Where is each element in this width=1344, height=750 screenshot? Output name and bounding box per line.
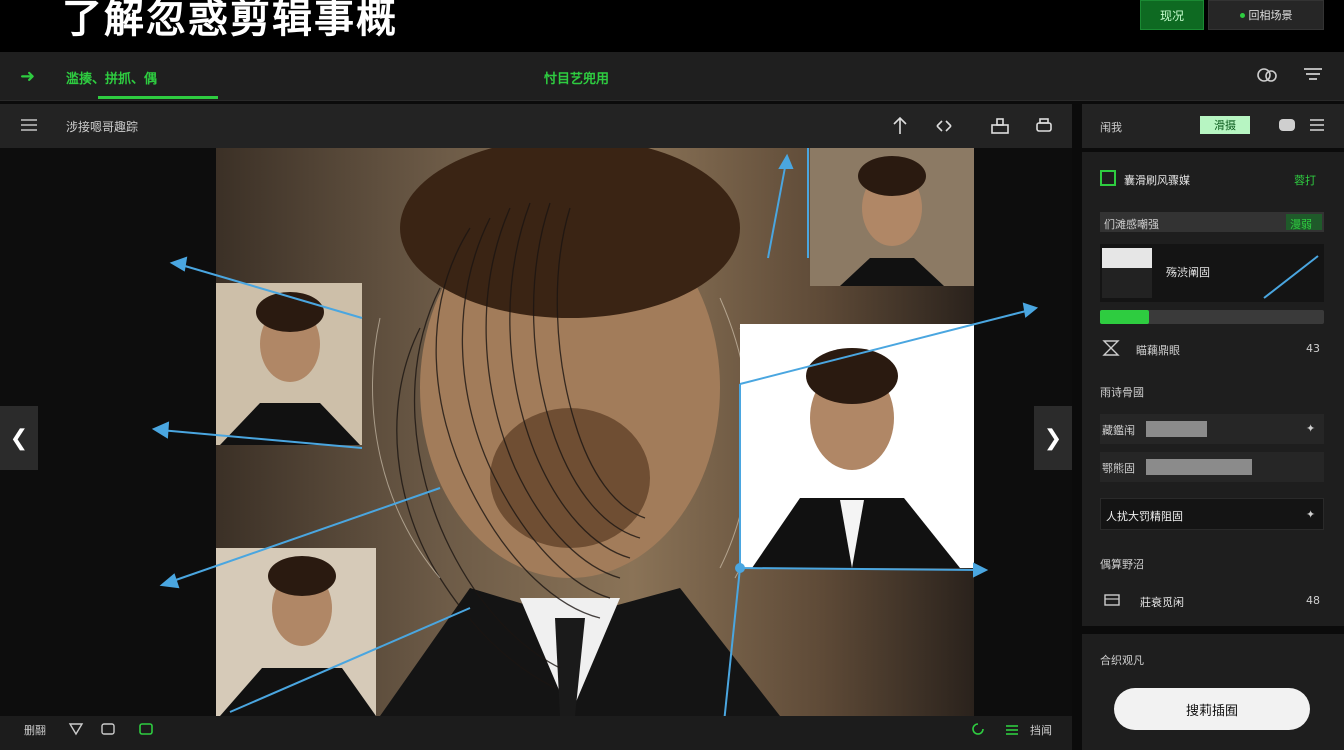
- right-panel-title: 闱我: [1100, 121, 1122, 134]
- slider1-dropdown-icon[interactable]: ✦: [1306, 422, 1315, 435]
- thumbnail-right-center: [740, 324, 974, 568]
- group2-label: 偶算野沼: [1100, 558, 1144, 571]
- list-item-value: 48: [1306, 594, 1320, 607]
- back-arrow-icon[interactable]: ➜: [20, 66, 35, 87]
- right-panel-tab-active[interactable]: 滑摄: [1200, 116, 1250, 134]
- grid-icon[interactable]: [1004, 722, 1020, 736]
- thumbnail-top-right: [810, 148, 974, 286]
- menu-bar: [0, 52, 1344, 101]
- secondary-button-label: 回相场景: [1248, 9, 1293, 22]
- canvas-toolbar-label: 涉接嗯哥趣踪: [66, 120, 139, 134]
- slider2-label: 鄂熊固: [1102, 462, 1135, 475]
- footer-label: 合织观凡: [1100, 654, 1144, 667]
- canvas-bottom-bar: [0, 716, 1072, 750]
- bottom-right-label[interactable]: 挡闻: [1030, 722, 1052, 738]
- section-action-link[interactable]: 蓉打: [1294, 172, 1316, 188]
- bottom-left-label[interactable]: 删翮: [24, 722, 46, 738]
- section-title: 囊滑刷风骤媒: [1124, 174, 1190, 187]
- status-dot-icon: [1239, 12, 1245, 18]
- curve-line-icon: [1263, 255, 1319, 299]
- thumbnail-left-bottom: [216, 548, 376, 716]
- print-tool-icon[interactable]: [1034, 116, 1054, 136]
- filter-label: 瞄藕鼎眼: [1136, 344, 1180, 357]
- field-tag-label: 漫弱: [1290, 218, 1312, 231]
- hamburger-icon[interactable]: [20, 116, 38, 134]
- list-item-label[interactable]: 莊衰觅闲: [1140, 594, 1184, 610]
- layout-tool-icon[interactable]: [990, 116, 1010, 136]
- slider1-track[interactable]: [1146, 421, 1207, 437]
- preset-select-chevron-icon[interactable]: ✦: [1306, 508, 1315, 521]
- progress-fill: [1100, 310, 1149, 324]
- preview-label: 殇渋阐固: [1166, 266, 1210, 279]
- hourglass-icon[interactable]: [1102, 340, 1120, 356]
- slider2-track[interactable]: [1146, 459, 1252, 475]
- next-arrow-button[interactable]: ❯: [1034, 406, 1072, 470]
- menu-tab-edit[interactable]: 滥揍、拼抓、偶: [66, 68, 157, 87]
- cloud-icon[interactable]: [1256, 64, 1278, 84]
- previous-arrow-button[interactable]: ❮: [0, 406, 38, 470]
- text-field-label: 们滩感嘲强: [1104, 218, 1159, 231]
- slider1-label: 藏鑑闱: [1102, 424, 1135, 437]
- layer-checkbox-icon[interactable]: [1100, 170, 1116, 186]
- canvas-toolbar: [0, 104, 1072, 148]
- menu-lines-icon[interactable]: [1302, 64, 1324, 84]
- page-title: 了解忽惑剪辑事概: [62, 0, 398, 42]
- active-tab-underline: [98, 96, 218, 99]
- portrait-composition: [151, 148, 1039, 716]
- shield-icon[interactable]: [68, 722, 84, 736]
- preview-thumbnail: [1102, 248, 1152, 298]
- swap-tool-icon[interactable]: [934, 116, 954, 136]
- menu-center-title[interactable]: 忖目艺兜用: [544, 68, 609, 87]
- refresh-icon[interactable]: [970, 722, 986, 736]
- main-beard-shape: [490, 408, 650, 548]
- group-label: 雨诗骨國: [1100, 386, 1144, 399]
- settings-lines-icon[interactable]: [1308, 116, 1326, 134]
- transform-tool-icon[interactable]: [890, 116, 910, 136]
- secondary-button[interactable]: 回相场景: [1208, 0, 1324, 30]
- list-item-icon[interactable]: [1104, 594, 1120, 606]
- chat-icon[interactable]: [1278, 118, 1296, 132]
- message-icon[interactable]: [100, 722, 116, 736]
- filter-value: 43: [1306, 342, 1320, 355]
- preset-select-value: 人扰大罚精阻固: [1106, 510, 1183, 523]
- frame-icon[interactable]: [138, 722, 154, 736]
- apply-button[interactable]: 搜莉插囿: [1114, 688, 1310, 730]
- primary-button[interactable]: 现况: [1140, 0, 1204, 30]
- thumbnail-left-top: [216, 283, 362, 445]
